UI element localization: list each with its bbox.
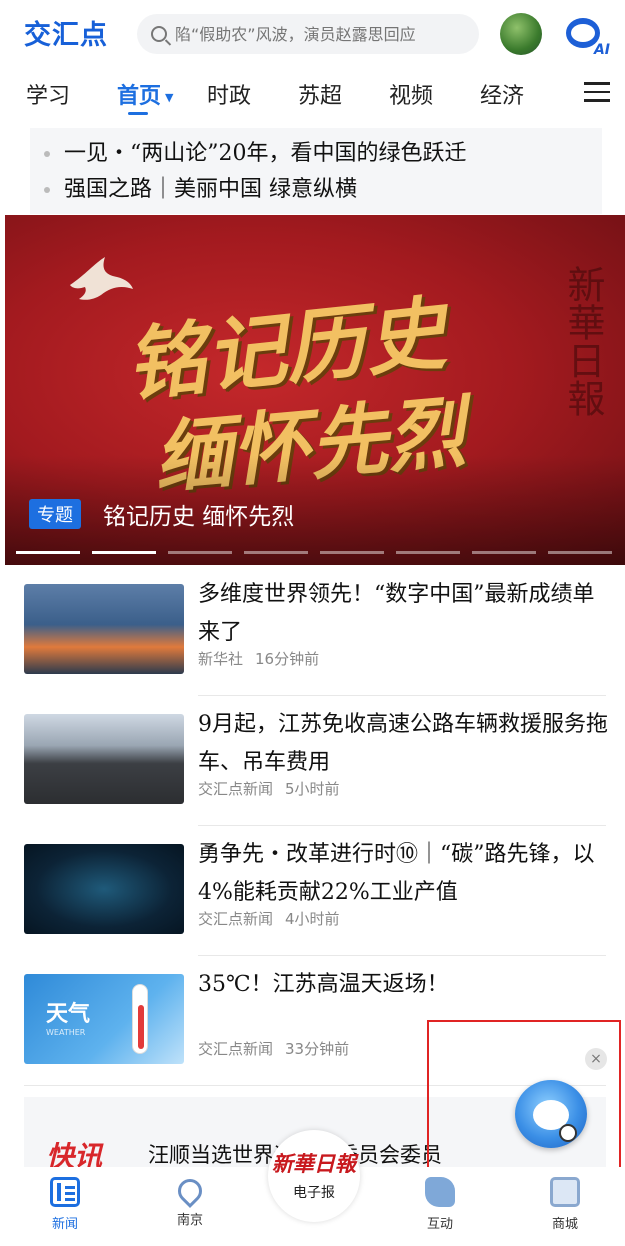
news-meta: 新华社 16分钟前 bbox=[198, 648, 331, 669]
news-title: 勇争先・改革进行时⑩｜“碳”路先锋，以4%能耗贡献22%工业产值 bbox=[198, 842, 595, 905]
news-source: 新华社 bbox=[198, 650, 244, 668]
topic-badge: 专题 bbox=[29, 499, 81, 529]
tab-su-super[interactable]: 苏超 bbox=[298, 78, 342, 110]
top-bar: 交汇点 AI bbox=[0, 0, 625, 68]
tab-home[interactable]: 首页 ▼ bbox=[117, 78, 173, 110]
bottom-nav-label: 互动 bbox=[426, 1217, 453, 1232]
dove-icon bbox=[70, 257, 133, 300]
active-tab-indicator bbox=[128, 112, 148, 115]
weather-thumb-sub: WEATHER bbox=[46, 1028, 86, 1037]
tab-economy[interactable]: 经济 bbox=[480, 78, 524, 110]
news-meta: 交汇点新闻 4小时前 bbox=[198, 908, 352, 929]
bottom-nav-label: 新闻 bbox=[51, 1217, 78, 1232]
app-logo[interactable]: 交汇点 bbox=[24, 13, 108, 52]
news-item[interactable]: 9月起，江苏免收高速公路车辆救援服务拖车、吊车费用 交汇点新闻 5小时前 bbox=[24, 696, 608, 824]
avatar[interactable] bbox=[500, 13, 542, 55]
menu-icon[interactable] bbox=[584, 82, 610, 102]
news-title: 9月起，江苏免收高速公路车辆救援服务拖车、吊车费用 bbox=[198, 712, 608, 775]
bottom-nav-news[interactable]: 新闻 bbox=[25, 1177, 105, 1232]
flash-news-tag: 快讯 bbox=[46, 1140, 103, 1167]
tab-politics[interactable]: 时政 bbox=[207, 78, 251, 110]
floating-assistant-button[interactable] bbox=[515, 1080, 587, 1148]
newspaper-logo: 新華日報 bbox=[272, 1151, 356, 1176]
news-icon bbox=[50, 1177, 80, 1207]
news-source: 交汇点新闻 bbox=[198, 1040, 274, 1058]
carousel-dot[interactable] bbox=[396, 551, 460, 554]
news-time: 16分钟前 bbox=[255, 650, 320, 668]
bullet-icon bbox=[44, 151, 50, 157]
bottom-nav-e-paper[interactable]: 新華日報 电子报 bbox=[268, 1130, 360, 1222]
news-source: 交汇点新闻 bbox=[198, 910, 274, 928]
news-meta: 交汇点新闻 33分钟前 bbox=[198, 1038, 361, 1059]
carousel-dot[interactable] bbox=[320, 551, 384, 554]
carousel-dot[interactable] bbox=[168, 551, 232, 554]
headline-item[interactable]: 一见・“两山论”20年，看中国的绿色跃迁 bbox=[44, 136, 588, 172]
bottom-nav-label: 商城 bbox=[551, 1217, 578, 1232]
tab-video[interactable]: 视频 bbox=[389, 78, 433, 110]
carousel-dot[interactable] bbox=[472, 551, 536, 554]
news-thumbnail bbox=[24, 584, 184, 674]
soccer-ball-icon bbox=[559, 1124, 577, 1142]
shop-icon bbox=[550, 1177, 580, 1207]
location-pin-icon bbox=[173, 1174, 207, 1208]
ai-label: AI bbox=[593, 42, 610, 58]
interaction-icon bbox=[425, 1177, 455, 1207]
weather-thumb-label: 天气 bbox=[46, 1002, 91, 1027]
tab-home-label: 首页 bbox=[117, 84, 162, 109]
thermometer-icon bbox=[132, 984, 148, 1054]
news-time: 4小时前 bbox=[285, 910, 340, 928]
newspaper-background-text: 新華日報 bbox=[561, 265, 605, 417]
carousel-dot[interactable] bbox=[16, 551, 80, 554]
close-icon[interactable]: × bbox=[585, 1048, 607, 1070]
news-meta: 交汇点新闻 5小时前 bbox=[198, 778, 352, 799]
hero-banner[interactable]: 新華日報 铭记历史 缅怀先烈 专题 铭记历史 缅怀先烈 bbox=[5, 215, 625, 565]
chevron-down-icon: ▼ bbox=[165, 90, 174, 104]
search-icon bbox=[151, 26, 167, 42]
tab-study[interactable]: 学习 bbox=[26, 78, 70, 110]
carousel-dot[interactable] bbox=[244, 551, 308, 554]
news-item[interactable]: 天气 WEATHER 35℃！江苏高温天返场！ 交汇点新闻 33分钟前 bbox=[24, 956, 606, 1084]
headline-item[interactable]: 强国之路｜美丽中国 绿意纵横 bbox=[44, 172, 588, 208]
news-source: 交汇点新闻 bbox=[198, 780, 274, 798]
headline-list: 一见・“两山论”20年，看中国的绿色跃迁 强国之路｜美丽中国 绿意纵横 bbox=[30, 128, 602, 214]
news-item[interactable]: 勇争先・改革进行时⑩｜“碳”路先锋，以4%能耗贡献22%工业产值 交汇点新闻 4小… bbox=[24, 826, 606, 954]
carousel-dot[interactable] bbox=[548, 551, 612, 554]
news-title: 35℃！江苏高温天返场！ bbox=[198, 972, 449, 997]
bottom-nav-nanjing[interactable]: 南京 bbox=[150, 1174, 230, 1228]
news-title: 多维度世界领先！“数字中国”最新成绩单来了 bbox=[198, 582, 595, 645]
news-thumbnail bbox=[24, 844, 184, 934]
bullet-icon bbox=[44, 187, 50, 193]
carousel-dot-active[interactable] bbox=[92, 551, 156, 554]
channel-tabs: 学习 首页 ▼ 时政 苏超 视频 经济 bbox=[0, 70, 625, 120]
search-bar[interactable] bbox=[137, 14, 479, 54]
bottom-nav-shop[interactable]: 商城 bbox=[525, 1177, 605, 1232]
bottom-nav-interaction[interactable]: 互动 bbox=[400, 1177, 480, 1232]
banner-title: 铭记历史 缅怀先烈 bbox=[103, 504, 295, 530]
bottom-nav-label: 南京 bbox=[176, 1213, 203, 1228]
ai-assistant-button[interactable]: AI bbox=[560, 12, 610, 58]
news-time: 5小时前 bbox=[285, 780, 340, 798]
news-item[interactable]: 多维度世界领先！“数字中国”最新成绩单来了 新华社 16分钟前 bbox=[24, 566, 606, 694]
bottom-nav-label: 电子报 bbox=[293, 1185, 335, 1201]
search-input[interactable] bbox=[175, 24, 465, 44]
divider bbox=[24, 1085, 606, 1086]
carousel-indicators bbox=[16, 551, 616, 554]
news-thumbnail bbox=[24, 714, 184, 804]
news-time: 33分钟前 bbox=[285, 1040, 350, 1058]
news-thumbnail: 天气 WEATHER bbox=[24, 974, 184, 1064]
